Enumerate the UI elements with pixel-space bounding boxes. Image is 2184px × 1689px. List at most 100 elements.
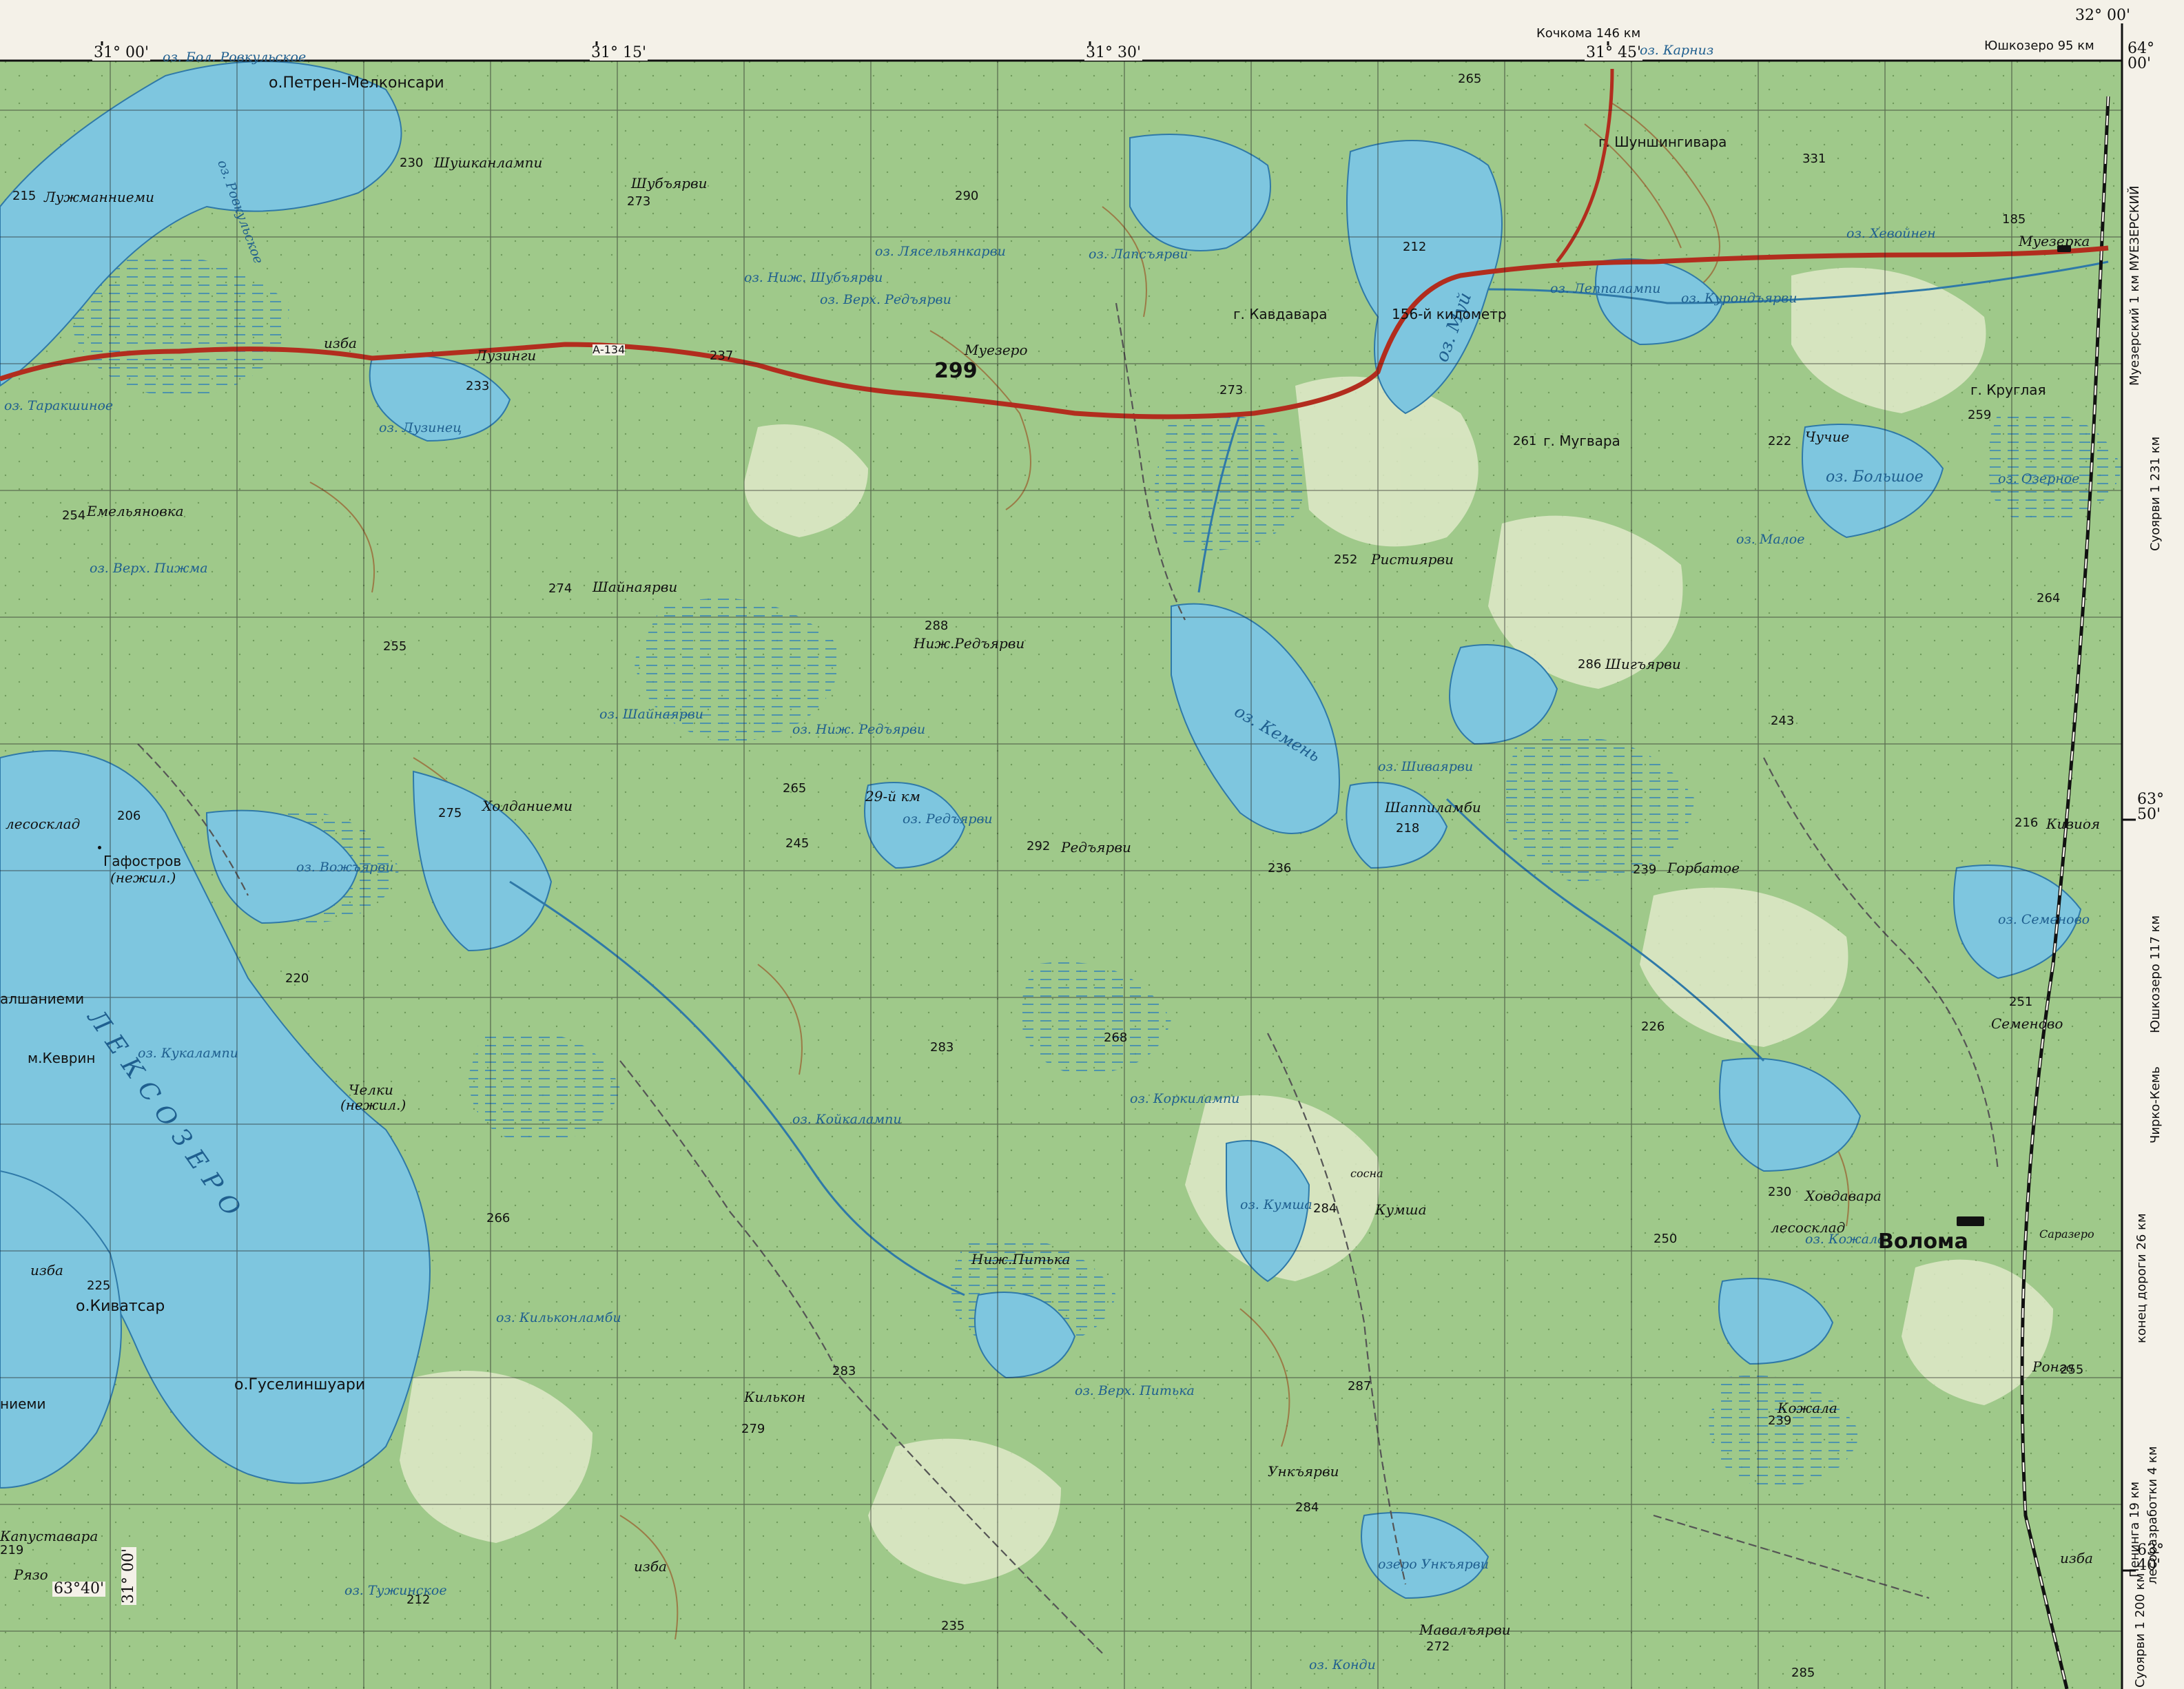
lake-label-verh-redyarvi: оз. Верх. Редъярви: [820, 292, 951, 307]
place-kavdavara: г. Кавдавара: [1233, 306, 1328, 322]
place-km156: 156-й километр: [1392, 306, 1507, 322]
place-luzhmanniemi: Лужманниеми: [44, 189, 155, 205]
elevation-label: 261: [1513, 434, 1537, 448]
elevation-label: 265: [1458, 72, 1482, 86]
elevation-label: 290: [955, 189, 979, 203]
place-hovdavara: Ховдавара: [1805, 1188, 1882, 1204]
place-voloma: Волома: [1878, 1230, 1968, 1254]
lake-label-nizh-redyarvi: оз. Ниж. Редъярви: [792, 722, 926, 737]
elevation-label: 265: [783, 781, 807, 796]
place-izba-se: изба: [2060, 1550, 2093, 1566]
lake-label-unkyarvi: озеро Ункъярви: [1378, 1557, 1489, 1572]
elevation-label: 230: [1768, 1185, 1792, 1199]
elevation-label: 268: [1104, 1030, 1128, 1045]
lake-label-bolshoe: оз. Большое: [1826, 468, 1924, 486]
place-redyarvi: Редъярви: [1061, 839, 1131, 856]
lake-label-lapsyarvi: оз. Лапсъярви: [1089, 247, 1188, 262]
lake-label-maloe: оз. Малое: [1736, 532, 1805, 547]
place-ryzo: Рязо: [14, 1566, 48, 1583]
lake-label-kurondyarvi: оз. Курондъярви: [1681, 291, 1797, 306]
lake-label-vertpizhma: оз. Верх. Пижма: [90, 561, 208, 576]
place-chelki-nezhil: (нежил.): [340, 1097, 406, 1113]
place-saravozero: Саразеро: [2039, 1227, 2094, 1241]
place-guselinshuari: о.Гуселиншуари: [234, 1376, 366, 1393]
elevation-label: 288: [925, 619, 949, 633]
elevation-label: 206: [117, 809, 141, 823]
place-chelki: Челки: [349, 1081, 393, 1098]
elevation-label: 264: [2037, 591, 2061, 605]
place-izba-kivatsar: изба: [30, 1262, 63, 1278]
place-semenovo: Семеново: [1991, 1015, 2063, 1032]
topographic-map[interactable]: 31° 00' 31° 15' 31° 30' 31° 45' 32° 00' …: [0, 0, 2184, 1689]
elevation-label: 275: [438, 806, 462, 820]
place-mavalyarvi: Мавалъярви: [1419, 1621, 1511, 1638]
elevation-label: 274: [548, 581, 573, 596]
elevation-label: 235: [941, 1619, 965, 1633]
elevation-label: 239: [1768, 1413, 1792, 1428]
place-lesosklad2: лесосклад: [1771, 1219, 1846, 1236]
place-emelyanovka: Емельяновка: [87, 503, 184, 519]
elevation-label: 218: [1396, 821, 1420, 836]
place-krugla: г. Круглая: [1970, 382, 2046, 398]
edge-muezersky: Муезерский 1 км МУЕЗЕРСКИЙ: [2128, 185, 2142, 386]
place-m-kevrin: м.Кеврин: [28, 1050, 96, 1066]
road-label-a134: А-134: [593, 343, 626, 356]
elevation-label: 219: [0, 1543, 24, 1557]
lake-label-redyarvi: оз. Редъярви: [903, 811, 993, 827]
lake-label-semenovo: оз. Семеново: [1998, 912, 2090, 927]
elevation-label: 285: [1791, 1666, 1815, 1680]
place-shigyarvi: Шигъярви: [1605, 656, 1681, 672]
lake-label-karniz: оз. Карниз: [1640, 43, 1714, 58]
elevation-label: 284: [1295, 1500, 1319, 1515]
elevation-label: 272: [1426, 1639, 1450, 1654]
settlement-dot-muezerka: [2057, 245, 2071, 252]
edge-end-road: конец дороги 26 км: [2134, 1213, 2149, 1343]
elevation-label: 220: [285, 971, 309, 986]
place-shubyarvi: Шубъярви: [631, 175, 708, 191]
place-kapustavara: Капуставара: [0, 1528, 99, 1544]
place-shushkanlampi: Шушканлампи: [434, 154, 543, 171]
elevation-summit: 299: [934, 359, 978, 383]
settlement-dot-gafostrov: [98, 846, 101, 849]
lake-label-ozernoe: оз. Озерное: [1998, 471, 2080, 486]
lake-label-shainyarvi: оз. Шайнаярви: [599, 707, 704, 722]
elevation-label: 286: [1578, 657, 1602, 672]
elevation-label: 230: [400, 156, 424, 170]
place-unkyarvi: Ункъярви: [1268, 1463, 1339, 1480]
place-shunshingivara: г. Шуншингивара: [1598, 134, 1727, 150]
place-nizh-pitka: Ниж.Питька: [971, 1251, 1071, 1267]
lake-label-bol-rovkulskoe: оз. Бол. Ровкульское: [163, 50, 307, 65]
elevation-label: 255: [2060, 1362, 2084, 1377]
lon-31-00: 31° 00': [92, 44, 151, 61]
lon-31-45: 31° 45': [1585, 44, 1643, 61]
elevation-label: 283: [930, 1040, 954, 1055]
lake-label-vozhyarvi: оз. Вожъярви: [296, 860, 394, 875]
elevation-label: 292: [1027, 839, 1051, 853]
place-gorbatoe: Горбатое: [1667, 860, 1740, 876]
edge-penninga: Пенинга 19 км: [2128, 1481, 2142, 1577]
place-luzinga: Лузинги: [475, 347, 537, 364]
elevation-label: 287: [1348, 1379, 1372, 1393]
lon-31-30: 31° 30': [1084, 44, 1143, 61]
place-niemi: ниеми: [0, 1396, 46, 1412]
edge-chirko: Чирко-Кемь: [2148, 1066, 2163, 1143]
edge-kochkoma: Кочкома 146 км: [1536, 26, 1641, 41]
elevation-label: 283: [832, 1364, 856, 1378]
elevation-label: 331: [1802, 152, 1826, 166]
elevation-label: 185: [2002, 212, 2026, 227]
place-kumsha: Кумша: [1375, 1201, 1427, 1218]
elevation-label: 251: [2009, 995, 2033, 1009]
place-izba-s: изба: [634, 1558, 667, 1575]
elevation-label: 273: [627, 194, 651, 209]
elevation-label: 215: [12, 189, 37, 203]
elevation-label: 239: [1633, 862, 1657, 877]
elevation-label: 212: [406, 1593, 431, 1607]
lake-label-hevoinen: оз. Хевойнен: [1846, 226, 1936, 241]
lake-label-luzinets: оз. Лузинец: [379, 420, 462, 435]
elevation-label: 284: [1313, 1201, 1337, 1216]
place-ristiyarvi: Ристиярви: [1371, 551, 1454, 568]
edge-suoyarvi-231: Суоярви 1 231 км: [2148, 436, 2163, 551]
lake-label-kumsha: оз. Кумша: [1240, 1197, 1312, 1212]
elevation-label: 237: [710, 349, 734, 363]
lat-63-40-left: 63°40': [52, 1580, 106, 1597]
